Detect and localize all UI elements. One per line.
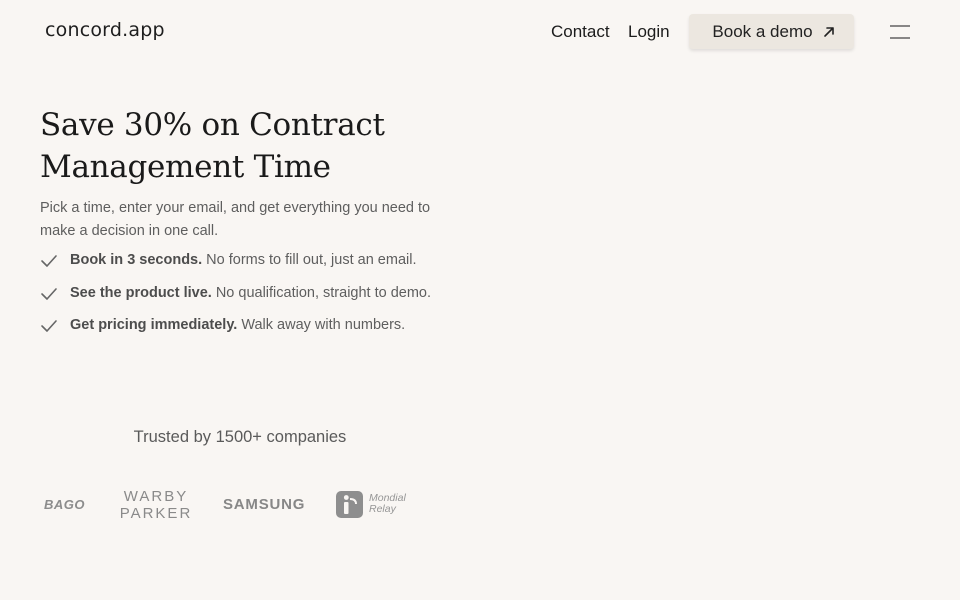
customer-logos: BAGO WARBY PARKER SAMSUNG Mondial Relay <box>40 484 440 524</box>
book-demo-label: Book a demo <box>712 21 813 41</box>
feature-bold: See the product live. <box>70 284 212 301</box>
hamburger-menu-icon[interactable] <box>889 24 911 40</box>
check-icon <box>40 317 70 337</box>
warby-parker-logo: WARBY PARKER <box>116 488 196 522</box>
feature-desc: No qualification, straight to demo. <box>215 284 432 301</box>
mondial-relay-line-2: Relay <box>369 503 396 515</box>
check-icon <box>40 285 70 305</box>
arrow-up-right-icon <box>823 26 834 37</box>
feature-bold: Get pricing immediately. <box>70 317 238 333</box>
feature-desc: Walk away with numbers. <box>241 317 406 333</box>
feature-item: See the product live. No qualification, s… <box>40 285 480 318</box>
feature-text: Get pricing immediately. Walk away with n… <box>70 317 405 333</box>
bago-logo: BAGO <box>44 497 85 512</box>
hero-subtitle: Pick a time, enter your email, and get e… <box>40 200 431 239</box>
site-header: concord.app Contact Login Book a demo <box>0 0 960 64</box>
feature-bold: Book in 3 seconds. <box>70 252 203 268</box>
feature-text: Book in 3 seconds. No forms to fill out, … <box>70 252 416 268</box>
hero-title: Save 30% on Contract Management Time <box>40 104 480 188</box>
feature-desc: No forms to fill out, just an email. <box>206 252 417 268</box>
nav-contact-link[interactable]: Contact <box>551 22 610 42</box>
book-demo-button[interactable]: Book a demo <box>689 14 854 49</box>
mondial-relay-logo: Mondial Relay <box>369 493 406 515</box>
site-logo[interactable]: concord.app <box>45 19 165 41</box>
feature-item: Book in 3 seconds. No forms to fill out, … <box>40 252 480 285</box>
mondial-relay-icon <box>336 491 363 518</box>
nav-login-link[interactable]: Login <box>628 22 670 42</box>
feature-list: Book in 3 seconds. No forms to fill out, … <box>40 252 480 350</box>
feature-item: Get pricing immediately. Walk away with n… <box>40 317 480 350</box>
check-icon <box>40 252 70 272</box>
hero-title-line-2: Management Time <box>40 149 331 185</box>
samsung-logo: SAMSUNG <box>223 496 306 513</box>
warby-parker-line-1: WARBY <box>123 488 189 505</box>
trusted-by-label: Trusted by 1500+ companies <box>133 428 347 446</box>
warby-parker-line-2: PARKER <box>119 505 193 522</box>
hero-title-line-1: Save 30% on Contract <box>40 107 385 143</box>
feature-text: See the product live. No qualification, s… <box>70 285 431 301</box>
